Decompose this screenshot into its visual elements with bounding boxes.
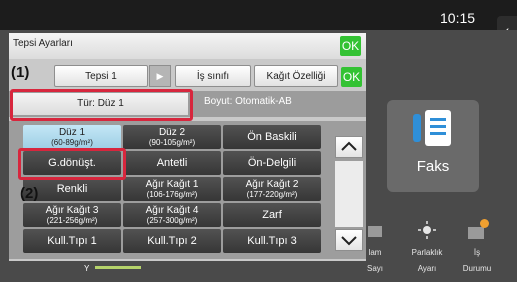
option-name: Ağır Kağıt 4 [145, 204, 199, 216]
option-weight: (90-105g/m²) [148, 137, 196, 147]
paper-type-option[interactable]: Ağır Kağıt 3 (221-256g/m²) [23, 203, 121, 227]
grid-scrollbar[interactable] [335, 136, 363, 251]
paper-type-option[interactable]: Düz 1 (60-89g/m²) [23, 125, 121, 149]
tray-settings-dialog: Tepsi Ayarları OK Tepsi 1 ▶ İş sınıfı Ka… [9, 33, 366, 261]
scroll-up-button[interactable] [335, 136, 363, 158]
paper-type-option[interactable]: Antetli [123, 151, 221, 175]
option-name: Renkli [56, 182, 88, 195]
option-name: Ağır Kağıt 3 [45, 204, 99, 216]
callout-highlight-1 [10, 89, 193, 121]
scroll-down-button[interactable] [335, 229, 363, 251]
option-weight: (60-89g/m²) [51, 137, 93, 147]
brightness-label-1: Parlaklık [411, 248, 443, 257]
option-name: Ön Baskili [247, 130, 297, 143]
callout-label-1: (1) [11, 64, 30, 81]
tab-paper-property[interactable]: Kağıt Özelliği [254, 65, 338, 87]
counter-label-2: Sayı [366, 264, 383, 273]
fax-icon [413, 110, 451, 146]
callout-highlight-2 [18, 148, 126, 180]
counter-icon [368, 226, 382, 237]
chevron-down-icon [341, 236, 357, 246]
tab-job-class[interactable]: İş sınıfı [175, 65, 251, 87]
option-weight: (221-256g/m²) [46, 215, 98, 225]
slider-label: Y [84, 264, 90, 273]
ok-tab-button[interactable]: OK [341, 67, 362, 87]
option-name: Kull.Tıpı 1 [47, 234, 97, 247]
paper-type-option[interactable]: Düz 2 (90-105g/m²) [123, 125, 221, 149]
chevron-up-icon [341, 141, 357, 151]
fax-shortcut[interactable]: Faks [387, 100, 479, 192]
option-weight: (177-220g/m²) [246, 189, 298, 199]
status-bar: 10:15 [0, 0, 517, 30]
slider-bar[interactable] [95, 266, 141, 269]
job-status-label-2: Durumu [462, 264, 492, 273]
option-name: Kull.Tıpı 2 [147, 234, 197, 247]
paper-size-value: Boyut: Otomatik-AB [204, 96, 292, 107]
option-name: Düz 1 [58, 126, 86, 138]
ok-button[interactable]: OK [340, 36, 361, 56]
scroll-track[interactable] [335, 161, 363, 227]
paper-type-option[interactable]: Ağır Kağıt 4 (257-300g/m²) [123, 203, 221, 227]
callout-label-2: (2) [20, 185, 39, 202]
tab-row: Tepsi 1 ▶ İş sınıfı Kağıt Özelliği [9, 63, 366, 89]
option-name: Ağır Kağıt 2 [245, 178, 299, 190]
paper-type-option[interactable]: Kull.Tıpı 1 [23, 229, 121, 253]
device-screen: 10:15 ‹ Faks lam Sayı [0, 0, 517, 282]
fax-label: Faks [416, 158, 450, 175]
paper-type-option[interactable]: Ağır Kağıt 1 (106-176g/m²) [123, 177, 221, 201]
job-status-label-1: İş [473, 248, 481, 257]
option-name: Kull.Tıpı 3 [247, 234, 297, 247]
dialog-title-bar: Tepsi Ayarları [9, 33, 366, 59]
brightness-icon [418, 221, 436, 239]
job-status-icon [468, 227, 484, 239]
option-weight: (257-300g/m²) [146, 215, 198, 225]
brightness-label-2: Ayarı [417, 264, 437, 273]
option-name: Ön-Delgili [247, 156, 297, 169]
option-name: Zarf [262, 208, 282, 221]
paper-type-option[interactable]: Ağır Kağıt 2 (177-220g/m²) [223, 177, 321, 201]
option-name: Düz 2 [158, 126, 186, 138]
tab-tray-1[interactable]: Tepsi 1 [54, 65, 148, 87]
paper-type-option[interactable]: Kull.Tıpı 3 [223, 229, 321, 253]
next-tray-button[interactable]: ▶ [149, 65, 171, 87]
job-alert-badge [480, 219, 489, 228]
option-name: Ağır Kağıt 1 [145, 178, 199, 190]
option-weight: (106-176g/m²) [146, 189, 198, 199]
paper-type-option[interactable]: Ön Baskili [223, 125, 321, 149]
paper-type-option[interactable]: Ön-Delgili [223, 151, 321, 175]
paper-type-grid: Düz 1 (60-89g/m²) Düz 2 (90-105g/m²) Ön … [9, 121, 366, 259]
option-name: Antetli [156, 156, 188, 169]
paper-type-option[interactable]: Zarf [223, 203, 321, 227]
clock: 10:15 [440, 10, 476, 26]
dialog-title: Tepsi Ayarları [13, 38, 73, 49]
paper-type-option[interactable]: Kull.Tıpı 2 [123, 229, 221, 253]
